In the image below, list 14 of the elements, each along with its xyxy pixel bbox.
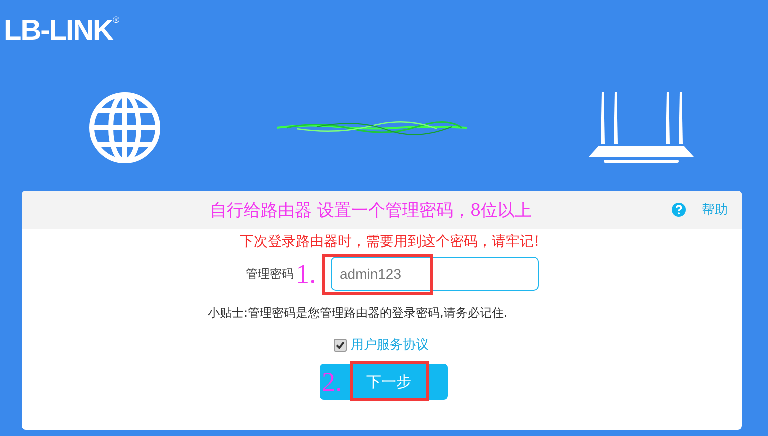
router-icon bbox=[589, 92, 694, 164]
agreement-checkbox[interactable] bbox=[334, 338, 347, 352]
password-field[interactable]: admin123 bbox=[331, 257, 539, 291]
step-number: 2. bbox=[322, 367, 342, 397]
tip-text: 小贴士:管理密码是您管理路由器的登录密码,请务必记住. bbox=[208, 305, 509, 322]
brand-logo: LB-LINK$^{®}$ bbox=[4, 14, 119, 48]
agreement-link[interactable]: 用户服务协议 bbox=[351, 336, 429, 354]
registered-mark: ® bbox=[112, 15, 119, 25]
field-label: 管理密码 bbox=[246, 266, 294, 282]
globe-icon bbox=[88, 91, 162, 165]
step-number: 1. bbox=[296, 259, 318, 289]
help-link[interactable]: 帮助 bbox=[702, 201, 728, 219]
card-title: 自行给路由器 设置一个管理密码，8位以上 bbox=[210, 200, 532, 222]
warning-text: 下次登录路由器时，需要用到这个密码，请牢记! bbox=[240, 233, 541, 251]
